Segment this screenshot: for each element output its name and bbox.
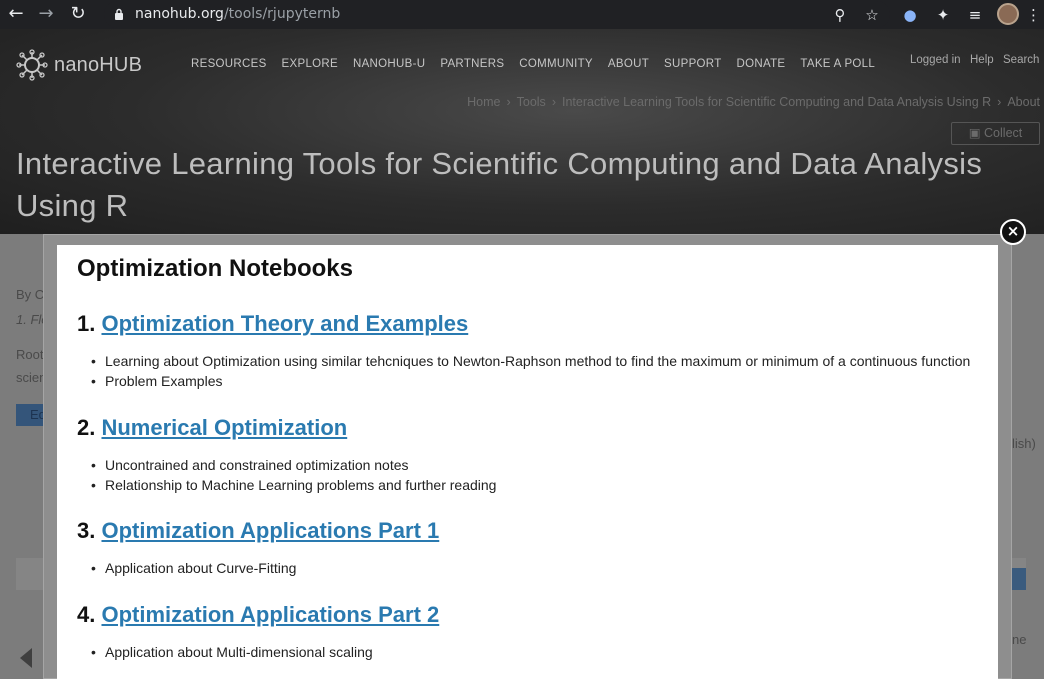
profile-avatar[interactable] (997, 3, 1019, 25)
nav-about[interactable]: ABOUT (608, 58, 649, 70)
collect-icon: ▣ (968, 126, 985, 140)
section-title: 4. Optimization Applications Part 2 (77, 602, 439, 628)
breadcrumb: Home › Tools › Interactive Learning Tools fo… (467, 95, 1040, 109)
notebook-link-applications-part-2[interactable]: Optimization Applications Part 2 (101, 602, 439, 627)
back-arrow-icon[interactable]: ← (4, 3, 28, 27)
menu-dots-icon[interactable]: ⋮ (1026, 4, 1041, 26)
forward-arrow-icon[interactable]: → (34, 3, 58, 27)
side-text: ne (1012, 632, 1027, 647)
page-title: Interactive Learning Tools for Scientifi… (16, 146, 983, 223)
bullet-list: Application about Multi-dimensional scal… (77, 642, 439, 662)
nav-community[interactable]: COMMUNITY (519, 58, 593, 70)
list-item: Learning about Optimization using simila… (91, 351, 970, 371)
logo-text: nanoHUB (54, 53, 143, 76)
breadcrumb-about[interactable]: About (1007, 95, 1040, 109)
section-title: 3. Optimization Applications Part 1 (77, 518, 439, 544)
url-host: nanohub.org (135, 6, 224, 22)
logged-in-link[interactable]: Logged in (910, 54, 961, 66)
url-text: nanohub.org/tools/rjupyternb (135, 6, 340, 22)
site-header: nanoHUB RESOURCES EXPLORE NANOHUB-U PART… (0, 29, 1044, 234)
breadcrumb-separator: › (997, 95, 1002, 109)
browser-toolbar: ← → ↻ nanohub.org/tools/rjupyternb ⚲ ☆ ●… (0, 0, 1044, 29)
notebook-section-4: 4. Optimization Applications Part 2 Appl… (77, 602, 439, 662)
section-title: 1. Optimization Theory and Examples (77, 311, 970, 337)
close-icon[interactable]: × (1000, 219, 1026, 245)
extension-icon[interactable]: ● (899, 4, 921, 26)
nav-partners[interactable]: PARTNERS (440, 58, 504, 70)
lock-icon (115, 8, 123, 20)
list-item: Problem Examples (91, 371, 970, 391)
notebook-link-numerical-optimization[interactable]: Numerical Optimization (101, 415, 347, 440)
reload-icon[interactable]: ↻ (66, 3, 90, 27)
modal-heading: Optimization Notebooks (77, 255, 353, 282)
nav-explore[interactable]: EXPLORE (282, 58, 338, 70)
section-number: 2. (77, 415, 96, 440)
puzzle-extensions-icon[interactable]: ✦ (932, 4, 954, 26)
notebook-link-applications-part-1[interactable]: Optimization Applications Part 1 (101, 518, 439, 543)
media-queue-icon[interactable]: ≡ (964, 4, 986, 26)
breadcrumb-tools[interactable]: Tools (517, 95, 546, 109)
bullet-list: Uncontrained and constrained optimizatio… (77, 455, 496, 495)
list-item: Application about Multi-dimensional scal… (91, 642, 439, 662)
notebook-section-2: 2. Numerical Optimization Uncontrained a… (77, 415, 496, 495)
nanohub-logo-icon (16, 49, 48, 81)
search-link[interactable]: Search (1003, 54, 1039, 66)
list-item: Application about Curve-Fitting (91, 558, 439, 578)
site-logo[interactable]: nanoHUB (16, 47, 142, 83)
section-title: 2. Numerical Optimization (77, 415, 496, 441)
section-number: 3. (77, 518, 96, 543)
main-nav: RESOURCES EXPLORE NANOHUB-U PARTNERS COM… (191, 58, 890, 70)
help-link[interactable]: Help (970, 54, 994, 66)
bullet-list: Learning about Optimization using simila… (77, 351, 970, 391)
breadcrumb-home[interactable]: Home (467, 95, 500, 109)
section-number: 4. (77, 602, 96, 627)
zoom-icon[interactable]: ⚲ (829, 4, 851, 26)
nav-nanohub-u[interactable]: NANOHUB-U (353, 58, 425, 70)
language-text: lish) (1012, 436, 1036, 451)
address-bar[interactable]: nanohub.org/tools/rjupyternb (104, 1, 890, 28)
url-path: /tools/rjupyternb (223, 6, 341, 22)
breadcrumb-separator: › (551, 95, 556, 109)
collect-button[interactable]: ▣ Collect (951, 122, 1040, 145)
notebook-section-1: 1. Optimization Theory and Examples Lear… (77, 311, 970, 391)
nav-donate[interactable]: DONATE (737, 58, 786, 70)
section-number: 1. (77, 311, 96, 336)
nav-resources[interactable]: RESOURCES (191, 58, 267, 70)
nav-take-a-poll[interactable]: TAKE A POLL (800, 58, 875, 70)
carousel-prev-icon (20, 648, 32, 668)
collect-label: Collect (984, 126, 1023, 140)
list-item: Uncontrained and constrained optimizatio… (91, 455, 496, 475)
notebooks-modal: Optimization Notebooks 1. Optimization T… (57, 245, 998, 679)
notebook-link-optimization-theory[interactable]: Optimization Theory and Examples (101, 311, 468, 336)
breadcrumb-tool-name[interactable]: Interactive Learning Tools for Scientifi… (562, 95, 991, 109)
nav-support[interactable]: SUPPORT (664, 58, 721, 70)
bookmark-star-icon[interactable]: ☆ (861, 4, 883, 26)
notebook-section-3: 3. Optimization Applications Part 1 Appl… (77, 518, 439, 578)
breadcrumb-separator: › (506, 95, 511, 109)
list-item: Relationship to Machine Learning problem… (91, 475, 496, 495)
bullet-list: Application about Curve-Fitting (77, 558, 439, 578)
